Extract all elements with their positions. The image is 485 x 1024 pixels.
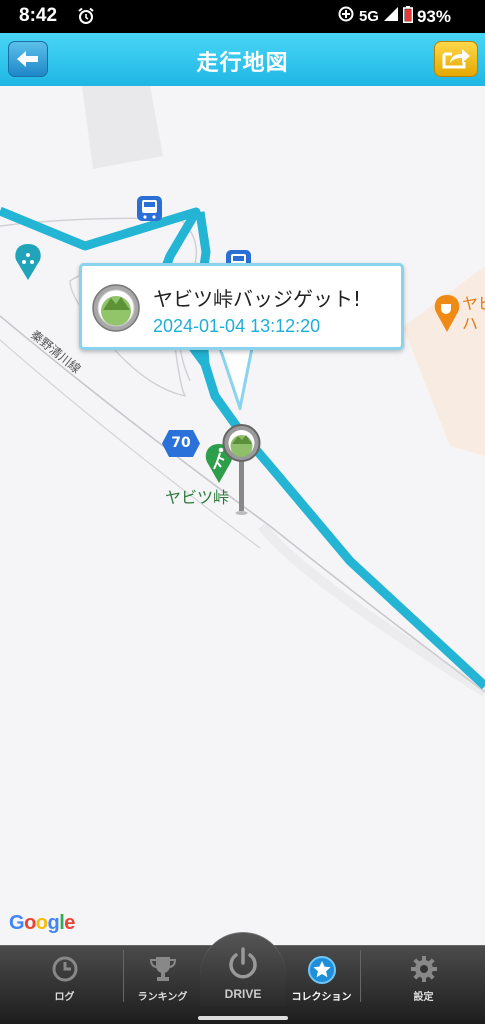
clock-icon [51,955,79,986]
place-pin-icon[interactable] [15,244,41,280]
signal-icon [383,6,399,27]
nav-label: 設定 [413,992,434,1003]
callout-datetime: 2024-01-04 13:12:20 [153,316,321,336]
network-type: 5G [358,8,379,25]
nav-label: ランキング [137,992,188,1003]
nav-item-settings[interactable]: 設定 [375,946,472,1006]
share-icon [442,49,470,69]
gear-icon [410,955,438,986]
badge-icon [92,284,140,332]
bottom-nav: ログ ランキング DRIVE コレクション 設定 [0,932,485,1024]
star-icon [307,955,337,988]
nav-label: ログ [54,992,75,1003]
map-road-shoulder [258,522,485,697]
route-number-badge: 70 [162,430,200,457]
battery-icon [402,5,413,28]
power-icon [227,947,259,985]
route-number: 70 [171,435,191,451]
map-building-area [82,86,163,169]
map-view[interactable]: 秦野清川線 70 ヤビツ峠 ヤビ ハ [0,86,485,945]
nav-item-collection[interactable]: コレクション [273,946,370,1006]
nav-label: コレクション [291,992,352,1003]
badge-callout[interactable]: ヤビツ峠バッジゲット! 2024-01-04 13:12:20 [79,263,404,350]
battery-percent: 93% [416,6,451,26]
badge-location-pin[interactable] [222,421,262,516]
nav-divider [360,950,361,1002]
share-button[interactable] [434,41,478,77]
poi-label: ヤビ ハ [462,294,485,333]
nav-item-log[interactable]: ログ [16,946,113,1006]
nav-item-ranking[interactable]: ランキング [114,946,211,1006]
bus-stop-icon[interactable] [137,196,162,221]
data-saver-icon [337,5,355,28]
status-indicators: 5G 93% [337,5,451,28]
home-indicator[interactable] [198,1016,288,1020]
trophy-icon [148,955,178,986]
status-bar: 8:42 5G 93% [0,0,485,33]
page-title: 走行地図 [196,51,289,76]
app-header: 走行地図 [0,33,485,86]
pass-name-label: ヤビツ峠 [165,488,230,507]
screen: 8:42 5G 93% 走行地図 秦野清川線 70 ヤビツ峠 ヤ ハ ヤビツ峠バ… [0,0,485,1024]
status-time: 8:42 [19,5,58,26]
callout-title: ヤビツ峠バッジゲット! [153,287,362,311]
google-logo: Google [9,912,75,934]
alarm-icon [77,7,95,29]
callout-tail [218,348,254,410]
